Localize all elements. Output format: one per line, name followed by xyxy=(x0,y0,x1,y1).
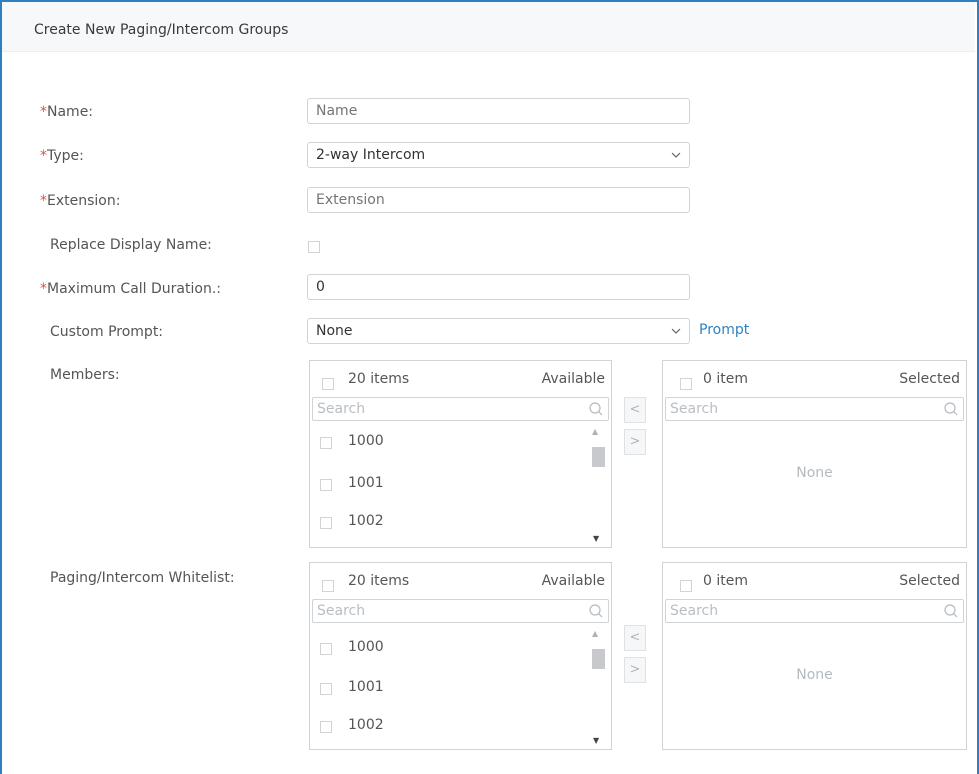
whitelist-selected-empty-text: None xyxy=(796,667,833,683)
members-label: Members: xyxy=(50,367,120,383)
list-item-checkbox[interactable] xyxy=(320,721,332,733)
whitelist-available-select-all-checkbox[interactable] xyxy=(322,580,334,592)
list-item-label: 1000 xyxy=(348,639,384,655)
list-item-label: 1002 xyxy=(348,717,384,733)
members-selected-header: 0 item Selected xyxy=(663,361,966,391)
custom-prompt-select[interactable]: None xyxy=(307,318,690,344)
triangle-down-icon[interactable]: ▼ xyxy=(593,534,599,543)
whitelist-available-count: 20 items xyxy=(348,573,410,589)
chevron-down-icon xyxy=(671,152,681,158)
whitelist-selected-search-input[interactable]: Search xyxy=(665,599,964,623)
extension-label: *Extension: xyxy=(40,193,121,209)
members-selected-search-input[interactable]: Search xyxy=(665,397,964,421)
whitelist-available-status: Available xyxy=(541,573,605,589)
replace-display-name-checkbox[interactable] xyxy=(308,241,320,253)
move-left-button[interactable]: < xyxy=(624,397,646,423)
list-item-checkbox[interactable] xyxy=(320,643,332,655)
whitelist-available-scrollbar[interactable]: ▲ ▼ xyxy=(591,625,605,747)
list-item[interactable]: 1002 xyxy=(310,505,589,541)
list-item-checkbox[interactable] xyxy=(320,437,332,449)
whitelist-label: Paging/Intercom Whitelist: xyxy=(50,570,235,586)
list-item[interactable]: 1002 xyxy=(310,709,589,745)
members-available-search-input[interactable]: Search xyxy=(312,397,609,421)
members-selected-list: 0 item Selected Search None xyxy=(662,360,967,548)
search-placeholder: Search xyxy=(317,401,366,417)
required-mark: * xyxy=(40,148,47,164)
triangle-up-icon[interactable]: ▲ xyxy=(592,629,598,638)
members-available-header: 20 items Available xyxy=(310,361,611,391)
whitelist-available-search-input[interactable]: Search xyxy=(312,599,609,623)
triangle-down-icon[interactable]: ▼ xyxy=(593,736,599,745)
prompt-link[interactable]: Prompt xyxy=(699,322,749,338)
search-placeholder: Search xyxy=(317,603,366,619)
members-selected-select-all-checkbox[interactable] xyxy=(680,378,692,390)
list-item[interactable]: 1001 xyxy=(310,671,589,707)
custom-prompt-value: None xyxy=(316,323,353,339)
name-input[interactable] xyxy=(307,98,690,124)
list-item[interactable]: 1000 xyxy=(310,425,589,461)
type-select-value: 2-way Intercom xyxy=(316,147,426,163)
members-available-select-all-checkbox[interactable] xyxy=(322,378,334,390)
replace-display-name-label: Replace Display Name: xyxy=(50,237,212,253)
whitelist-available-list: 20 items Available Search 1000 1001 1002… xyxy=(309,562,612,750)
search-icon xyxy=(944,402,958,416)
members-available-status: Available xyxy=(541,371,605,387)
required-mark: * xyxy=(40,104,47,120)
dialog-title: Create New Paging/Intercom Groups xyxy=(34,22,289,38)
chevron-down-icon xyxy=(671,328,681,334)
scrollbar-thumb[interactable] xyxy=(592,447,605,467)
max-call-duration-input[interactable]: 0 xyxy=(307,274,690,300)
required-mark: * xyxy=(40,281,47,297)
move-right-button[interactable]: > xyxy=(624,429,646,455)
list-item-checkbox[interactable] xyxy=(320,517,332,529)
search-icon xyxy=(944,604,958,618)
type-label: *Type: xyxy=(40,148,84,164)
list-item-label: 1000 xyxy=(348,433,384,449)
members-available-scrollbar[interactable]: ▲ ▼ xyxy=(591,423,605,545)
required-mark: * xyxy=(40,193,47,209)
type-select[interactable]: 2-way Intercom xyxy=(307,142,690,168)
move-right-button[interactable]: > xyxy=(624,657,646,683)
whitelist-selected-count: 0 item xyxy=(703,573,748,589)
whitelist-selected-list: 0 item Selected Search None xyxy=(662,562,967,750)
members-selected-empty-text: None xyxy=(796,465,833,481)
list-item-checkbox[interactable] xyxy=(320,683,332,695)
max-call-duration-label: *Maximum Call Duration.: xyxy=(40,281,221,297)
members-available-count: 20 items xyxy=(348,371,410,387)
list-item-label: 1002 xyxy=(348,513,384,529)
search-icon xyxy=(589,604,603,618)
members-available-list: 20 items Available Search 1000 1001 1002… xyxy=(309,360,612,548)
scrollbar-thumb[interactable] xyxy=(592,649,605,669)
list-item[interactable]: 1001 xyxy=(310,467,589,503)
list-item-checkbox[interactable] xyxy=(320,479,332,491)
whitelist-selected-select-all-checkbox[interactable] xyxy=(680,580,692,592)
extension-input[interactable] xyxy=(307,187,690,213)
whitelist-selected-header: 0 item Selected xyxy=(663,563,966,593)
name-label: *Name: xyxy=(40,104,94,120)
members-selected-status: Selected xyxy=(899,371,960,387)
whitelist-selected-status: Selected xyxy=(899,573,960,589)
search-icon xyxy=(589,402,603,416)
move-left-button[interactable]: < xyxy=(624,625,646,651)
custom-prompt-label: Custom Prompt: xyxy=(50,324,164,340)
members-selected-count: 0 item xyxy=(703,371,748,387)
dialog-header: Create New Paging/Intercom Groups xyxy=(2,2,975,52)
list-item[interactable]: 1000 xyxy=(310,631,589,667)
search-placeholder: Search xyxy=(670,401,719,417)
search-placeholder: Search xyxy=(670,603,719,619)
list-item-label: 1001 xyxy=(348,475,384,491)
triangle-up-icon[interactable]: ▲ xyxy=(592,427,598,436)
list-item-label: 1001 xyxy=(348,679,384,695)
max-call-duration-value: 0 xyxy=(316,279,325,295)
whitelist-available-header: 20 items Available xyxy=(310,563,611,593)
